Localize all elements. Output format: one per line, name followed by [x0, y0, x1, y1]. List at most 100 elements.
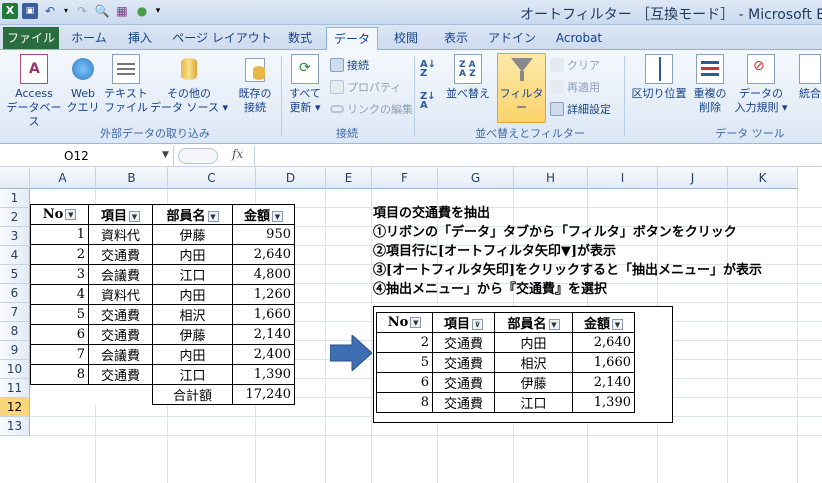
filtered-cell[interactable]: 交通費 [432, 352, 495, 373]
filtered-cell[interactable]: 8 [376, 392, 433, 413]
main-cell[interactable]: 資料代 [88, 224, 153, 245]
formula-input[interactable] [254, 146, 822, 166]
save-icon[interactable]: ▣ [22, 3, 38, 19]
column-header-b[interactable]: B [96, 167, 168, 189]
main-cell[interactable]: 会議費 [88, 264, 153, 285]
web-query-button[interactable]: Web クエリ [64, 54, 102, 115]
print-preview-icon[interactable]: 🔍 [94, 3, 110, 19]
refresh-all-button[interactable]: ⟳ すべて 更新 ▾ [284, 54, 326, 115]
row-header-10[interactable]: 10 [0, 360, 30, 379]
select-all-corner[interactable] [0, 167, 30, 189]
autofilter-dropdown-icon[interactable]: ▼ [548, 319, 560, 330]
sort-descending-button[interactable]: Z↓ A [420, 92, 436, 111]
tab-home[interactable]: ホーム [64, 27, 114, 50]
main-cell[interactable]: 1 [30, 224, 89, 245]
filtered-cell[interactable]: 交通費 [432, 332, 495, 353]
tab-formulas[interactable]: 数式 [280, 27, 320, 50]
filtered-cell[interactable]: 1,660 [572, 352, 635, 373]
filtered-cell[interactable]: 2 [376, 332, 433, 353]
tab-insert[interactable]: 挿入 [118, 27, 162, 50]
row-header-11[interactable]: 11 [0, 379, 30, 398]
main-cell[interactable]: 交通費 [88, 364, 153, 385]
filtered-cell[interactable]: 2,140 [572, 372, 635, 393]
main-cell[interactable]: 江口 [152, 364, 233, 385]
main-cell[interactable]: 2 [30, 244, 89, 265]
spelling-icon[interactable]: ▦ [114, 3, 130, 19]
main-cell[interactable]: 1,660 [232, 304, 295, 325]
edit-links-button[interactable]: リンクの編集 [330, 101, 413, 117]
circle-icon[interactable]: ● [134, 3, 150, 19]
formula-bar-expander[interactable] [178, 148, 218, 164]
main-cell[interactable]: 3 [30, 264, 89, 285]
row-header-6[interactable]: 6 [0, 284, 30, 303]
connections-button[interactable]: 接続 [330, 57, 369, 73]
sort-button[interactable]: Z AA Z 並べ替え [442, 54, 494, 101]
reapply-button[interactable]: 再適用 [550, 79, 600, 95]
main-cell[interactable]: 内田 [152, 244, 233, 265]
existing-connections-button[interactable]: 既存の 接続 [232, 54, 278, 115]
total-label[interactable]: 合計額 [152, 384, 233, 405]
autofilter-dropdown-icon[interactable]: ▼ [65, 209, 77, 220]
main-cell[interactable]: 会議費 [88, 344, 153, 365]
filtered-cell[interactable]: 交通費 [432, 392, 495, 413]
column-header-g[interactable]: G [438, 167, 514, 189]
autofilter-dropdown-icon[interactable]: ▼ [410, 317, 422, 328]
other-sources-button[interactable]: その他の データ ソース ▾ [150, 54, 228, 115]
main-cell[interactable]: 資料代 [88, 284, 153, 305]
filtered-cell[interactable]: 相沢 [494, 352, 573, 373]
undo-dropdown-icon[interactable]: ▾ [62, 3, 70, 19]
filtered-cell[interactable]: 5 [376, 352, 433, 373]
row-header-7[interactable]: 7 [0, 303, 30, 322]
main-cell[interactable]: 伊藤 [152, 324, 233, 345]
autofilter-dropdown-icon[interactable]: ▼ [612, 319, 623, 330]
column-header-a[interactable]: A [30, 167, 96, 189]
main-cell[interactable]: 1,390 [232, 364, 295, 385]
main-cell[interactable]: 5 [30, 304, 89, 325]
main-cell[interactable]: 相沢 [152, 304, 233, 325]
row-header-2[interactable]: 2 [0, 208, 30, 227]
qat-customize-icon[interactable]: ▾ [154, 3, 162, 19]
main-cell[interactable]: 7 [30, 344, 89, 365]
redo-icon[interactable]: ↷ [74, 3, 90, 19]
advanced-filter-button[interactable]: 詳細設定 [550, 101, 611, 117]
properties-button[interactable]: プロパティ [330, 79, 401, 95]
column-header-f[interactable]: F [372, 167, 438, 189]
column-header-j[interactable]: J [658, 167, 728, 189]
access-button[interactable]: A Access データベース [2, 54, 66, 129]
filtered-cell[interactable]: 1,390 [572, 392, 635, 413]
worksheet[interactable]: ABCDEFGHIJK 1 2 3 4 5 6 7 8 9 10 11 12 13 No ▼ 項目 ▼ 部員名 ▼… [0, 167, 822, 483]
column-header-e[interactable]: E [326, 167, 372, 189]
tab-view[interactable]: 表示 [434, 27, 478, 50]
name-box-dropdown-icon[interactable]: ▼ [162, 145, 169, 165]
undo-icon[interactable]: ↶ [42, 3, 58, 19]
tab-review[interactable]: 校閲 [384, 27, 428, 50]
main-cell[interactable]: 内田 [152, 344, 233, 365]
main-cell[interactable]: 2,140 [232, 324, 295, 345]
main-cell[interactable]: 8 [30, 364, 89, 385]
main-cell[interactable]: 交通費 [88, 324, 153, 345]
tab-file[interactable]: ファイル [3, 27, 59, 49]
row-header-9[interactable]: 9 [0, 341, 30, 360]
row-header-1[interactable]: 1 [0, 189, 30, 208]
column-header-d[interactable]: D [256, 167, 326, 189]
tab-addins[interactable]: アドイン [484, 27, 540, 50]
row-header-5[interactable]: 5 [0, 265, 30, 284]
filtered-cell[interactable]: 2,640 [572, 332, 635, 353]
text-to-columns-button[interactable]: 区切り位置 [628, 54, 690, 101]
column-header-i[interactable]: I [588, 167, 658, 189]
main-cell[interactable]: 2,640 [232, 244, 295, 265]
main-cell[interactable]: 950 [232, 224, 295, 245]
tab-data[interactable]: データ [326, 27, 378, 50]
main-cell[interactable]: 江口 [152, 264, 233, 285]
total-value[interactable]: 17,240 [232, 384, 295, 405]
main-cell[interactable]: 2,400 [232, 344, 295, 365]
column-header-k[interactable]: K [728, 167, 798, 189]
main-cell[interactable]: 交通費 [88, 244, 153, 265]
filtered-cell[interactable]: 伊藤 [494, 372, 573, 393]
column-header-h[interactable]: H [514, 167, 588, 189]
tab-acrobat[interactable]: Acrobat [546, 27, 612, 50]
row-header-8[interactable]: 8 [0, 322, 30, 341]
row-header-13[interactable]: 13 [0, 417, 30, 436]
filtered-cell[interactable]: 江口 [494, 392, 573, 413]
sort-ascending-button[interactable]: A↓ Z [420, 60, 436, 79]
